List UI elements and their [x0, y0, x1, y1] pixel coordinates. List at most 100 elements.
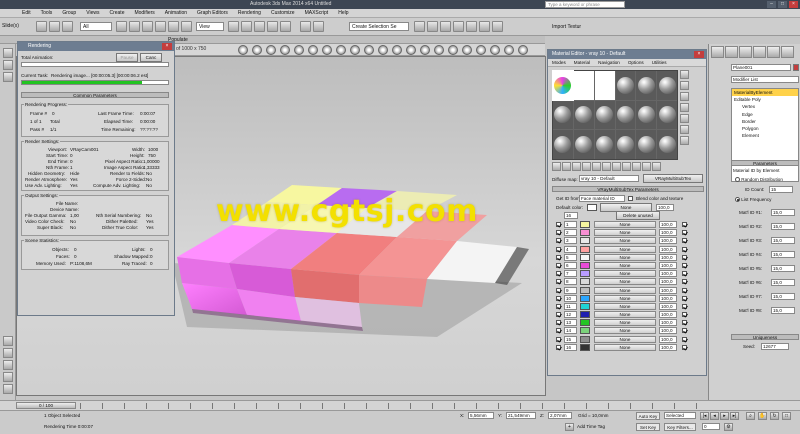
id-field[interactable]: 10 — [564, 294, 577, 302]
channel-icon[interactable] — [434, 45, 444, 55]
default-color-value[interactable]: 100,0 — [656, 204, 674, 211]
map-enable-checkbox[interactable] — [682, 279, 687, 285]
make-unique-icon[interactable] — [592, 162, 601, 171]
material-menu-item[interactable]: Navigation — [598, 59, 620, 66]
amount-field[interactable]: 100,0 — [659, 245, 677, 253]
material-slot[interactable] — [594, 100, 615, 130]
material-slot[interactable] — [657, 130, 677, 159]
modifier-stack-item[interactable]: Edge — [732, 111, 798, 118]
search-input[interactable]: Type a keyword or phrase — [545, 1, 625, 8]
channel-icon[interactable] — [238, 45, 248, 55]
enable-checkbox[interactable] — [556, 222, 561, 227]
mat-id-spinner[interactable]: 15,0 — [771, 209, 795, 216]
material-slot[interactable] — [573, 130, 594, 159]
close-icon[interactable]: × — [162, 43, 172, 50]
map-enable-checkbox[interactable] — [682, 320, 687, 326]
common-parameters-header[interactable]: Common Parameters — [21, 92, 169, 98]
mat-id-spinner[interactable]: 15,0 — [771, 293, 795, 300]
reset-map-icon[interactable] — [582, 162, 591, 171]
map-button[interactable]: None — [594, 278, 656, 286]
random-distribution-option[interactable]: Random Distribution — [735, 177, 783, 183]
id-field[interactable]: 9 — [564, 286, 577, 294]
tool-icon[interactable] — [3, 372, 13, 382]
material-slot[interactable] — [573, 100, 594, 130]
background-icon[interactable] — [680, 92, 689, 101]
color-swatch[interactable] — [580, 294, 590, 302]
enable-checkbox[interactable] — [556, 254, 561, 260]
menu-item[interactable]: Rendering — [238, 9, 261, 17]
modifier-stack-item[interactable]: Border — [732, 118, 798, 125]
material-slot[interactable] — [553, 130, 573, 159]
map-enable-checkbox[interactable] — [682, 271, 687, 277]
channel-icon[interactable] — [364, 45, 374, 55]
scale-icon[interactable] — [181, 21, 192, 32]
go-forward-icon[interactable] — [652, 162, 661, 171]
key-filters-button[interactable]: Key Filters... — [664, 423, 696, 431]
tool-icon[interactable] — [3, 60, 13, 70]
material-menu-item[interactable]: Material — [574, 59, 590, 66]
map-button[interactable]: None — [594, 270, 656, 278]
enable-checkbox[interactable] — [556, 287, 561, 293]
default-color-swatch[interactable] — [587, 204, 597, 211]
angle-snap-icon[interactable] — [254, 21, 265, 32]
pan-icon[interactable]: ✋ — [758, 412, 767, 420]
uniqueness-header[interactable]: Uniqueness — [731, 334, 799, 340]
map-button[interactable]: None — [594, 229, 656, 237]
object-color-swatch[interactable] — [793, 64, 799, 71]
material-slot[interactable] — [636, 71, 657, 100]
amount-field[interactable]: 100,0 — [659, 311, 677, 319]
material-slot[interactable] — [636, 130, 657, 159]
map-enable-checkbox[interactable] — [682, 303, 687, 309]
id-field[interactable]: 12 — [564, 311, 577, 319]
render-setup-icon[interactable] — [466, 21, 477, 32]
map-button[interactable]: None — [594, 237, 656, 245]
get-material-icon[interactable] — [552, 162, 561, 171]
rotate-icon[interactable] — [168, 21, 179, 32]
snap-icon[interactable] — [241, 21, 252, 32]
selection-set-dropdown[interactable]: Create Selection Se — [349, 22, 409, 31]
channel-icon[interactable] — [336, 45, 346, 55]
amount-field[interactable]: 100,0 — [659, 229, 677, 237]
material-slot[interactable] — [615, 130, 636, 159]
color-swatch[interactable] — [580, 270, 590, 278]
channel-icon[interactable] — [504, 45, 514, 55]
material-slot[interactable] — [573, 71, 594, 100]
channel-icon[interactable] — [476, 45, 486, 55]
channel-icon[interactable] — [420, 45, 430, 55]
modifier-stack-item[interactable]: Element — [732, 132, 798, 139]
tool-icon[interactable] — [3, 48, 13, 58]
map-enable-checkbox[interactable] — [682, 230, 687, 236]
z-coord-field[interactable]: 2,07mm — [548, 412, 572, 419]
map-button[interactable]: None — [594, 335, 656, 343]
amount-field[interactable]: 100,0 — [659, 261, 677, 269]
channel-icon[interactable] — [392, 45, 402, 55]
mat-id-spinner[interactable]: 15,0 — [771, 279, 795, 286]
material-menu-item[interactable]: Utilities — [652, 59, 667, 66]
channel-icon[interactable] — [280, 45, 290, 55]
amount-field[interactable]: 100,0 — [659, 335, 677, 343]
make-preview-icon[interactable] — [680, 125, 689, 134]
current-frame-field[interactable]: 0 — [702, 423, 720, 430]
utilities-tab-icon[interactable] — [781, 46, 794, 58]
map-button[interactable]: None — [594, 327, 656, 335]
menu-item[interactable]: Customize — [271, 9, 295, 17]
delete-unused-button[interactable]: Delete unused — [616, 211, 660, 220]
enable-checkbox[interactable] — [556, 238, 561, 244]
id-field[interactable]: 2 — [564, 229, 577, 237]
channel-icon[interactable] — [308, 45, 318, 55]
modifier-list-dropdown[interactable]: Modifier List — [731, 76, 799, 83]
map-enable-checkbox[interactable] — [682, 344, 687, 350]
amount-field[interactable]: 100,0 — [659, 237, 677, 245]
seed-spinner[interactable]: 12677 — [761, 343, 789, 350]
map-button[interactable]: None — [594, 343, 656, 351]
mirror-icon[interactable] — [300, 21, 311, 32]
material-slot[interactable] — [615, 71, 636, 100]
material-menu-item[interactable]: Modes — [552, 59, 566, 66]
redo-icon[interactable] — [49, 21, 60, 32]
undo-icon[interactable] — [36, 21, 47, 32]
assign-material-icon[interactable] — [572, 162, 581, 171]
close-icon[interactable]: × — [694, 51, 704, 58]
map-enable-checkbox[interactable] — [682, 295, 687, 301]
channel-icon[interactable] — [350, 45, 360, 55]
map-enable-checkbox[interactable] — [682, 287, 687, 293]
